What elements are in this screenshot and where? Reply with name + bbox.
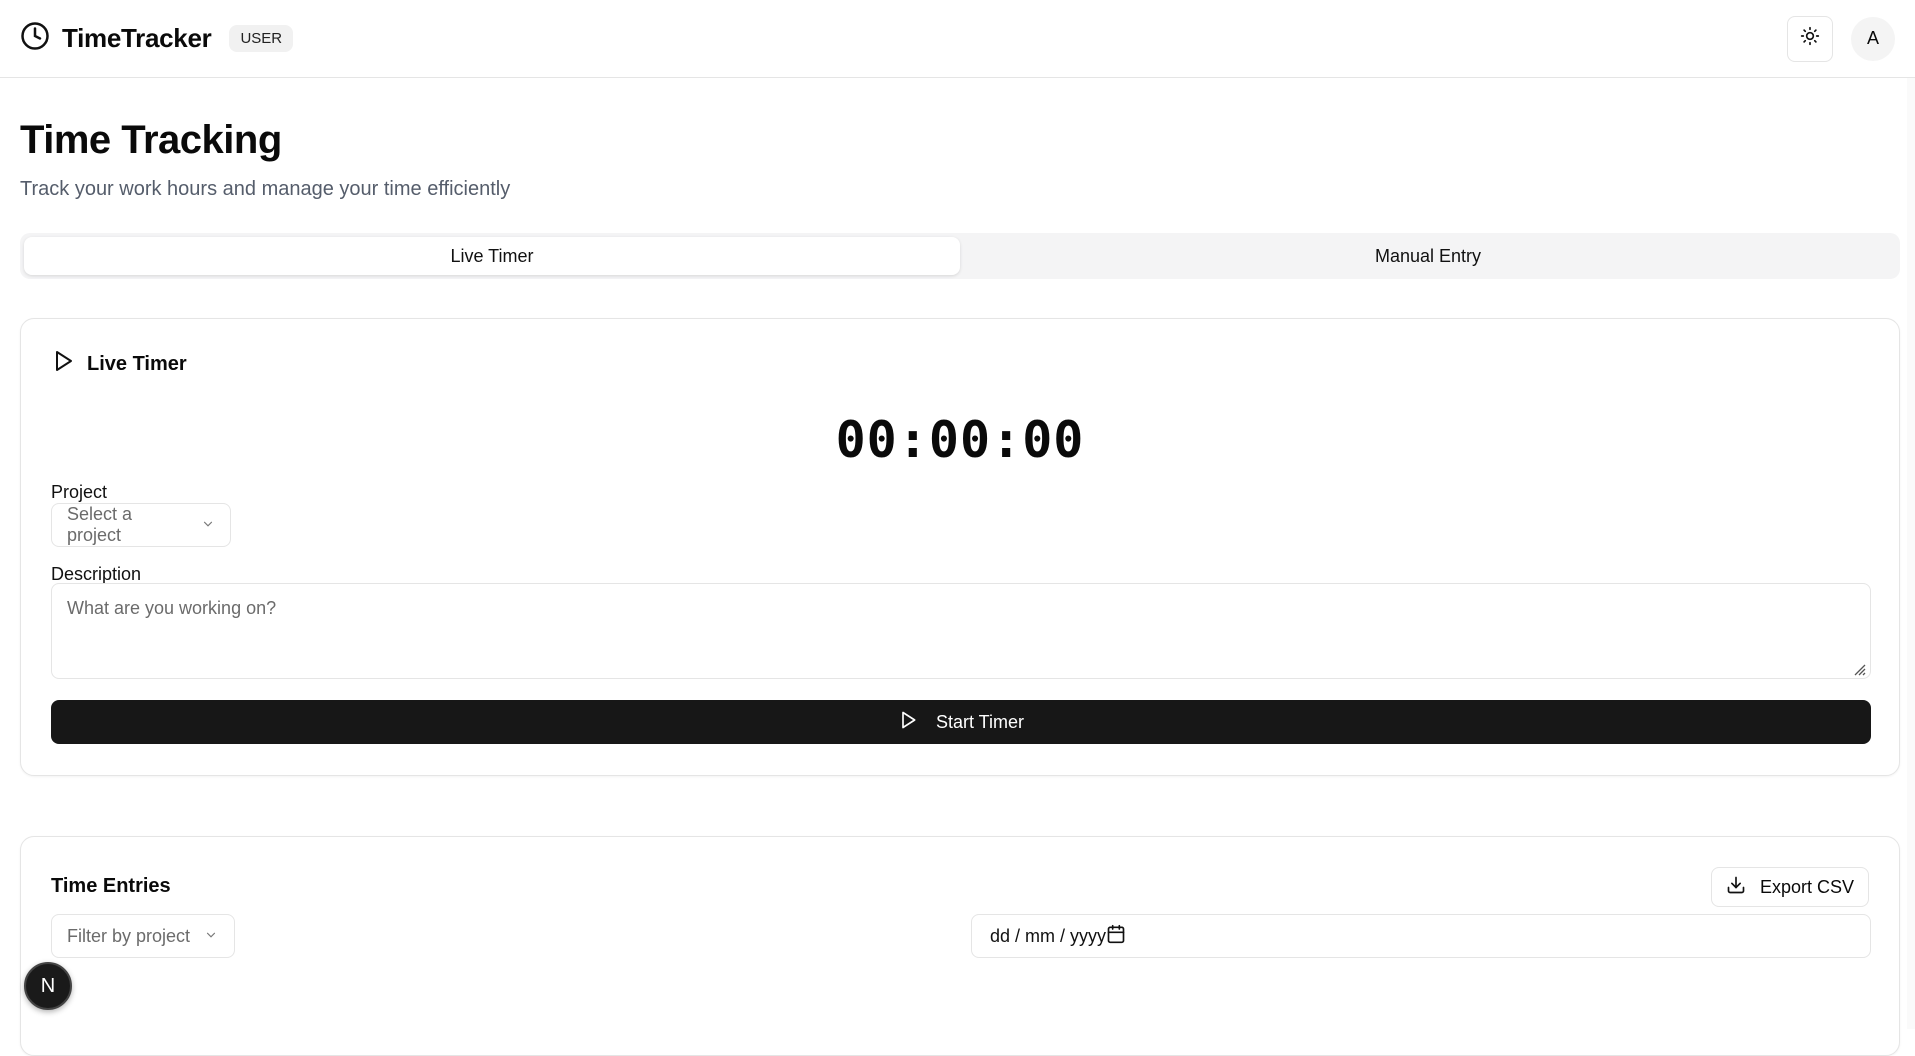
date-filter-value: dd / mm / yyyy xyxy=(990,925,1107,946)
date-filter-input[interactable]: dd / mm / yyyy xyxy=(971,914,1871,958)
sun-icon xyxy=(1800,26,1820,51)
live-timer-title: Live Timer xyxy=(87,352,187,375)
project-select[interactable]: Select a project xyxy=(51,503,231,547)
play-icon xyxy=(898,710,918,735)
filter-project-value: Filter by project xyxy=(67,925,191,946)
brand-name: TimeTracker xyxy=(62,23,212,53)
project-select-value: Select a project xyxy=(67,504,133,545)
dev-tools-badge[interactable]: N xyxy=(24,962,72,1010)
play-icon xyxy=(51,349,75,379)
download-icon xyxy=(1726,875,1746,900)
time-entries-title: Time Entries xyxy=(51,875,171,897)
mode-tabs: Live Timer Manual Entry xyxy=(20,233,1900,279)
role-badge: USER xyxy=(229,25,294,52)
start-timer-label: Start Timer xyxy=(935,711,1024,732)
time-entries-heading: Time Entries xyxy=(51,875,171,898)
description-placeholder: What are you working on? xyxy=(67,598,277,618)
theme-toggle-button[interactable] xyxy=(1787,15,1833,62)
description-label: Description xyxy=(51,564,142,584)
resize-handle-icon[interactable] xyxy=(1852,660,1866,676)
tab-live-timer[interactable]: Live Timer xyxy=(24,237,960,275)
export-csv-button[interactable]: Export CSV xyxy=(1710,867,1869,907)
page-title: Time Tracking xyxy=(20,118,282,162)
tab-manual-entry[interactable]: Manual Entry xyxy=(960,237,1896,275)
filter-project-select[interactable]: Filter by project xyxy=(51,914,235,958)
chevron-down-icon xyxy=(204,926,218,947)
brand[interactable]: TimeTracker xyxy=(20,21,212,56)
calendar-icon[interactable] xyxy=(1106,924,1126,949)
user-avatar[interactable]: A xyxy=(1851,16,1895,61)
chevron-down-icon xyxy=(201,515,215,536)
export-csv-label: Export CSV xyxy=(1759,876,1854,897)
description-textarea[interactable]: What are you working on? xyxy=(51,583,1871,679)
app-header: TimeTracker USER A xyxy=(0,0,1915,78)
time-entries-card: Time Entries Export CSV Filter by projec… xyxy=(20,836,1900,1056)
project-label: Project xyxy=(51,482,108,502)
live-timer-card: Live Timer 00:00:00 Project Select a pro… xyxy=(20,318,1900,776)
scrollbar[interactable] xyxy=(1907,78,1915,1029)
page-subtitle: Track your work hours and manage your ti… xyxy=(20,178,511,200)
clock-icon xyxy=(20,21,50,56)
timer-display: 00:00:00 xyxy=(835,411,1085,469)
start-timer-button[interactable]: Start Timer xyxy=(51,700,1871,744)
live-timer-heading: Live Timer xyxy=(51,349,187,379)
